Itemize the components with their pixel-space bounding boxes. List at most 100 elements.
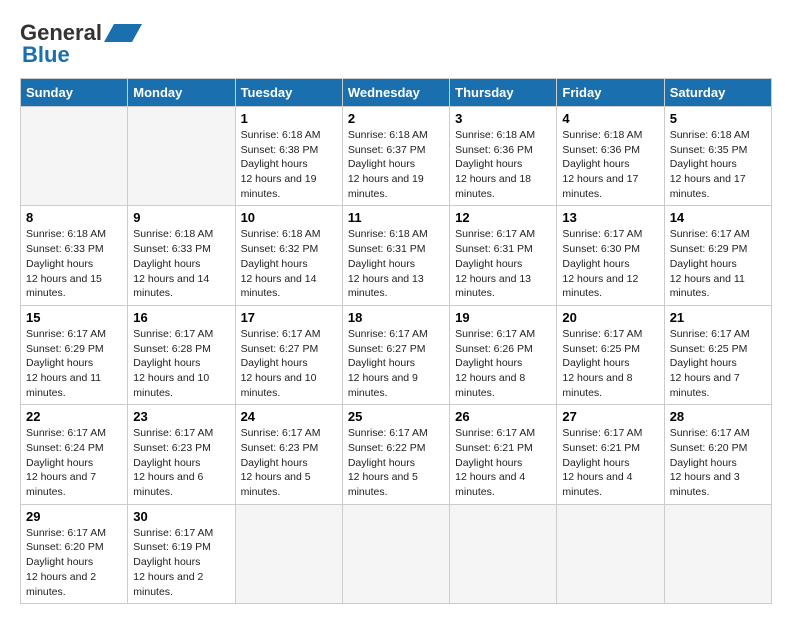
week-row-5: 29 Sunrise: 6:17 AMSunset: 6:20 PMDayligh… <box>21 504 772 603</box>
day-number: 26 <box>455 409 551 424</box>
calendar-cell-3-7: 21 Sunrise: 6:17 AMSunset: 6:25 PMDayligh… <box>664 305 771 404</box>
calendar-cell-5-5 <box>450 504 557 603</box>
day-info: Sunrise: 6:17 AMSunset: 6:25 PMDaylight … <box>670 327 766 400</box>
calendar-cell-1-6: 4Sunrise: 6:18 AMSunset: 6:36 PMDaylight… <box>557 107 664 206</box>
calendar-header-saturday: Saturday <box>664 79 771 107</box>
day-info: Sunrise: 6:18 AMSunset: 6:33 PMDaylight … <box>26 227 122 300</box>
day-info: Sunrise: 6:17 AMSunset: 6:22 PMDaylight … <box>348 426 444 499</box>
calendar-cell-3-4: 18Sunrise: 6:17 AMSunset: 6:27 PMDayligh… <box>342 305 449 404</box>
day-info: Sunrise: 6:17 AMSunset: 6:27 PMDaylight … <box>241 327 337 400</box>
day-number: 9 <box>133 210 229 225</box>
calendar-cell-2-7: 14 Sunrise: 6:17 AMSunset: 6:29 PMDayligh… <box>664 206 771 305</box>
calendar-cell-2-6: 13 Sunrise: 6:17 AMSunset: 6:30 PMDayligh… <box>557 206 664 305</box>
day-info: Sunrise: 6:17 AMSunset: 6:21 PMDaylight … <box>455 426 551 499</box>
day-number: 24 <box>241 409 337 424</box>
calendar-cell-3-5: 19 Sunrise: 6:17 AMSunset: 6:26 PMDayligh… <box>450 305 557 404</box>
calendar-cell-5-3 <box>235 504 342 603</box>
day-number: 29 <box>26 509 122 524</box>
day-info: Sunrise: 6:18 AMSunset: 6:36 PMDaylight … <box>562 128 658 201</box>
calendar-cell-3-1: 15Sunrise: 6:17 AMSunset: 6:29 PMDayligh… <box>21 305 128 404</box>
calendar-cell-2-3: 10 Sunrise: 6:18 AMSunset: 6:32 PMDayligh… <box>235 206 342 305</box>
calendar-cell-1-1 <box>21 107 128 206</box>
day-number: 30 <box>133 509 229 524</box>
calendar-header-monday: Monday <box>128 79 235 107</box>
day-info: Sunrise: 6:17 AMSunset: 6:24 PMDaylight … <box>26 426 122 499</box>
day-number: 11 <box>348 210 444 225</box>
calendar-cell-4-2: 23 Sunrise: 6:17 AMSunset: 6:23 PMDayligh… <box>128 405 235 504</box>
calendar-cell-4-3: 24 Sunrise: 6:17 AMSunset: 6:23 PMDayligh… <box>235 405 342 504</box>
calendar-cell-5-2: 30 Sunrise: 6:17 AMSunset: 6:19 PMDayligh… <box>128 504 235 603</box>
calendar-cell-3-3: 17 Sunrise: 6:17 AMSunset: 6:27 PMDayligh… <box>235 305 342 404</box>
day-number: 17 <box>241 310 337 325</box>
calendar-cell-5-6 <box>557 504 664 603</box>
calendar-cell-1-2 <box>128 107 235 206</box>
day-number: 22 <box>26 409 122 424</box>
day-info: Sunrise: 6:18 AMSunset: 6:32 PMDaylight … <box>241 227 337 300</box>
calendar-header-friday: Friday <box>557 79 664 107</box>
calendar-cell-4-7: 28 Sunrise: 6:17 AMSunset: 6:20 PMDayligh… <box>664 405 771 504</box>
day-number: 1 <box>241 111 337 126</box>
week-row-1: 1 Sunrise: 6:18 AMSunset: 6:38 PMDaylight… <box>21 107 772 206</box>
day-number: 16 <box>133 310 229 325</box>
day-info: Sunrise: 6:17 AMSunset: 6:20 PMDaylight … <box>26 526 122 599</box>
day-info: Sunrise: 6:17 AMSunset: 6:28 PMDaylight … <box>133 327 229 400</box>
calendar-header-wednesday: Wednesday <box>342 79 449 107</box>
day-number: 13 <box>562 210 658 225</box>
calendar-cell-1-5: 3 Sunrise: 6:18 AMSunset: 6:36 PMDaylight… <box>450 107 557 206</box>
day-info: Sunrise: 6:17 AMSunset: 6:23 PMDaylight … <box>133 426 229 499</box>
calendar-cell-4-4: 25 Sunrise: 6:17 AMSunset: 6:22 PMDayligh… <box>342 405 449 504</box>
day-number: 5 <box>670 111 766 126</box>
day-info: Sunrise: 6:17 AMSunset: 6:29 PMDaylight … <box>670 227 766 300</box>
day-number: 20 <box>562 310 658 325</box>
day-info: Sunrise: 6:18 AMSunset: 6:31 PMDaylight … <box>348 227 444 300</box>
day-info: Sunrise: 6:18 AMSunset: 6:36 PMDaylight … <box>455 128 551 201</box>
day-number: 19 <box>455 310 551 325</box>
logo-icon <box>104 22 142 44</box>
week-row-4: 22 Sunrise: 6:17 AMSunset: 6:24 PMDayligh… <box>21 405 772 504</box>
calendar-cell-2-5: 12 Sunrise: 6:17 AMSunset: 6:31 PMDayligh… <box>450 206 557 305</box>
page-header: General Blue <box>20 20 772 68</box>
day-info: Sunrise: 6:18 AMSunset: 6:38 PMDaylight … <box>241 128 337 201</box>
calendar-body: 1 Sunrise: 6:18 AMSunset: 6:38 PMDaylight… <box>21 107 772 604</box>
day-info: Sunrise: 6:17 AMSunset: 6:26 PMDaylight … <box>455 327 551 400</box>
day-number: 23 <box>133 409 229 424</box>
calendar-header-thursday: Thursday <box>450 79 557 107</box>
day-info: Sunrise: 6:17 AMSunset: 6:30 PMDaylight … <box>562 227 658 300</box>
day-info: Sunrise: 6:17 AMSunset: 6:19 PMDaylight … <box>133 526 229 599</box>
day-number: 3 <box>455 111 551 126</box>
calendar-cell-2-1: 8 Sunrise: 6:18 AMSunset: 6:33 PMDaylight… <box>21 206 128 305</box>
day-info: Sunrise: 6:17 AMSunset: 6:31 PMDaylight … <box>455 227 551 300</box>
day-number: 28 <box>670 409 766 424</box>
day-number: 15 <box>26 310 122 325</box>
day-number: 8 <box>26 210 122 225</box>
day-number: 12 <box>455 210 551 225</box>
day-info: Sunrise: 6:17 AMSunset: 6:20 PMDaylight … <box>670 426 766 499</box>
calendar-cell-5-4 <box>342 504 449 603</box>
day-number: 27 <box>562 409 658 424</box>
day-number: 2 <box>348 111 444 126</box>
calendar-header-tuesday: Tuesday <box>235 79 342 107</box>
calendar-cell-5-7 <box>664 504 771 603</box>
logo-blue: Blue <box>22 42 70 68</box>
day-info: Sunrise: 6:17 AMSunset: 6:23 PMDaylight … <box>241 426 337 499</box>
calendar-cell-4-5: 26 Sunrise: 6:17 AMSunset: 6:21 PMDayligh… <box>450 405 557 504</box>
calendar-table: SundayMondayTuesdayWednesdayThursdayFrid… <box>20 78 772 604</box>
calendar-cell-1-4: 2 Sunrise: 6:18 AMSunset: 6:37 PMDaylight… <box>342 107 449 206</box>
calendar-header-sunday: Sunday <box>21 79 128 107</box>
calendar-cell-1-7: 5 Sunrise: 6:18 AMSunset: 6:35 PMDaylight… <box>664 107 771 206</box>
day-number: 21 <box>670 310 766 325</box>
day-info: Sunrise: 6:18 AMSunset: 6:33 PMDaylight … <box>133 227 229 300</box>
day-info: Sunrise: 6:18 AMSunset: 6:37 PMDaylight … <box>348 128 444 201</box>
day-info: Sunrise: 6:17 AMSunset: 6:21 PMDaylight … <box>562 426 658 499</box>
day-number: 14 <box>670 210 766 225</box>
week-row-2: 8 Sunrise: 6:18 AMSunset: 6:33 PMDaylight… <box>21 206 772 305</box>
logo: General Blue <box>20 20 142 68</box>
calendar-cell-3-6: 20Sunrise: 6:17 AMSunset: 6:25 PMDayligh… <box>557 305 664 404</box>
calendar-cell-3-2: 16 Sunrise: 6:17 AMSunset: 6:28 PMDayligh… <box>128 305 235 404</box>
day-number: 25 <box>348 409 444 424</box>
day-number: 10 <box>241 210 337 225</box>
week-row-3: 15Sunrise: 6:17 AMSunset: 6:29 PMDayligh… <box>21 305 772 404</box>
calendar-cell-2-2: 9 Sunrise: 6:18 AMSunset: 6:33 PMDaylight… <box>128 206 235 305</box>
day-info: Sunrise: 6:18 AMSunset: 6:35 PMDaylight … <box>670 128 766 201</box>
day-number: 18 <box>348 310 444 325</box>
